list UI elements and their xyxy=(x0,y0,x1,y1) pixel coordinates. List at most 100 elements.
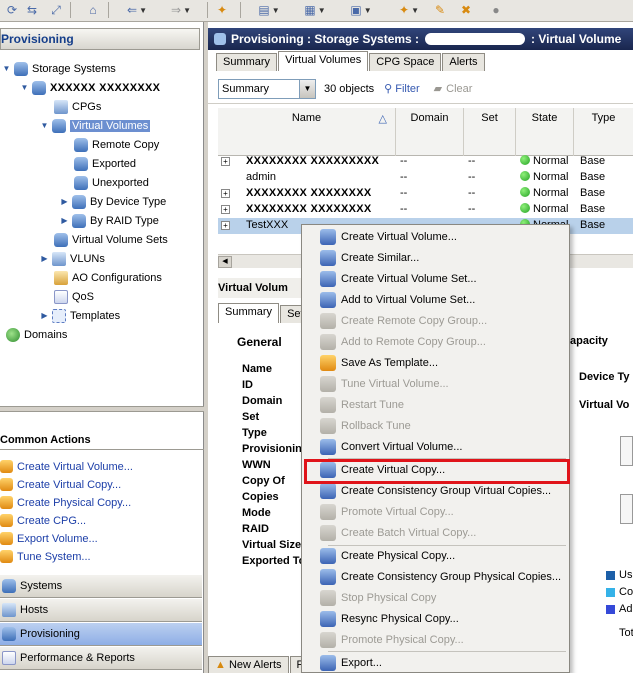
expand-icon[interactable]: ▶ xyxy=(40,311,49,320)
column-type[interactable]: Type xyxy=(574,108,633,156)
action-export-volume[interactable]: Export Volume... xyxy=(0,530,98,547)
nav-systems[interactable]: Systems xyxy=(0,574,202,598)
delete-icon[interactable]: ✖ xyxy=(458,1,474,19)
sync-icon[interactable]: ⇆ xyxy=(24,1,40,19)
menu-convert-virtual-volume[interactable]: Convert Virtual Volume... xyxy=(304,437,568,457)
action-create-physical-copy[interactable]: Create Physical Copy... xyxy=(0,494,131,511)
expand-row-icon[interactable]: + xyxy=(221,205,230,214)
tab-alerts[interactable]: Alerts xyxy=(442,53,485,71)
menu-export[interactable]: Export... xyxy=(304,653,568,673)
legend-swatch xyxy=(606,588,615,597)
tree-domains[interactable]: Domains xyxy=(6,326,67,343)
tree-system[interactable]: ▼ XXXXXX XXXXXXXX xyxy=(20,79,160,96)
nav-provisioning[interactable]: Provisioning xyxy=(0,622,202,646)
tree-vluns[interactable]: ▶ VLUNs xyxy=(40,250,105,267)
hosts-icon[interactable]: ▣ ▼ xyxy=(348,1,374,19)
tab-detail-summary[interactable]: Summary xyxy=(218,303,280,323)
tree-by-raid-type[interactable]: ▶ By RAID Type xyxy=(60,212,159,229)
status-ok-icon xyxy=(520,187,530,197)
create-icon xyxy=(0,460,13,473)
table-row[interactable]: + XXXXXXXX XXXXXXXXX -- -- Normal Base xyxy=(218,154,633,170)
tab-virtual-volumes[interactable]: Virtual Volumes xyxy=(278,51,369,71)
tree-virtual-volume-sets[interactable]: Virtual Volume Sets xyxy=(42,231,168,248)
menu-save-as-template[interactable]: Save As Template... xyxy=(304,353,568,373)
nav-hosts[interactable]: Hosts xyxy=(0,598,202,622)
toolbar: ⟳ ⇆ ⤢ ⌂ ⇐ ▼ ⇒ ▼ ✦ ▤ ▼ ▦ ▼ ▣ ▼ ✦ ▼ ✎ ✖ ● xyxy=(0,0,633,22)
pane-header: Provisioning xyxy=(0,28,200,50)
forward-arrow-icon[interactable]: ⇒ ▼ xyxy=(168,1,194,19)
menu-stop-physical-copy: Stop Physical Copy xyxy=(304,588,568,608)
tree-storage-systems[interactable]: ▼ Storage Systems xyxy=(2,60,116,77)
menu-create-consistency-group-virtual-copies[interactable]: Create Consistency Group Virtual Copies.… xyxy=(304,481,568,501)
volumes-icon[interactable]: ▦ ▼ xyxy=(302,1,328,19)
edit-icon[interactable]: ✎ xyxy=(432,1,448,19)
column-name[interactable]: Name △ xyxy=(218,108,396,156)
menu-separator xyxy=(328,651,566,652)
menu-add-to-virtual-volume-set[interactable]: Add to Virtual Volume Set... xyxy=(304,290,568,310)
refresh-icon[interactable]: ⟳ xyxy=(4,1,20,19)
back-arrow-icon[interactable]: ⇐ ▼ xyxy=(124,1,150,19)
tree-ao-configurations[interactable]: AO Configurations xyxy=(42,269,162,286)
expand-icon[interactable]: ▶ xyxy=(60,197,69,206)
create-icon[interactable]: ✦ ▼ xyxy=(396,1,422,19)
menu-resync-physical-copy[interactable]: Resync Physical Copy... xyxy=(304,609,568,629)
view-select[interactable]: Summary ▼ xyxy=(218,78,316,99)
clear-button[interactable]: Clear xyxy=(446,83,472,95)
chevron-down-icon[interactable]: ▼ xyxy=(299,79,315,98)
filter-button[interactable]: Filter xyxy=(395,83,419,95)
tab-new-alerts[interactable]: ▲ New Alerts xyxy=(208,656,289,673)
scroll-left-icon[interactable]: ◀ xyxy=(218,256,232,268)
column-state[interactable]: State xyxy=(516,108,574,156)
column-set[interactable]: Set xyxy=(464,108,516,156)
field-label: Name xyxy=(242,363,272,375)
menu-create-consistency-group-physical-copies[interactable]: Create Consistency Group Physical Copies… xyxy=(304,567,568,587)
menu-create-virtual-volume[interactable]: Create Virtual Volume... xyxy=(304,227,568,247)
tree-exported[interactable]: Exported xyxy=(62,155,136,172)
collapse-icon[interactable]: ▼ xyxy=(40,121,49,130)
common-actions-title: Common Actions xyxy=(0,432,204,450)
filter-icon[interactable]: ⚲ xyxy=(384,82,392,95)
expand-row-icon[interactable]: + xyxy=(221,157,230,166)
tree-virtual-volumes[interactable]: ▼ Virtual Volumes xyxy=(40,117,151,134)
table-row[interactable]: + XXXXXXXX XXXXXXXX -- -- Normal Base xyxy=(218,202,633,218)
expand-icon[interactable]: ⤢ xyxy=(48,1,64,19)
capacity-box xyxy=(620,436,633,466)
action-create-virtual-copy[interactable]: Create Virtual Copy... xyxy=(0,476,121,493)
storage-system-icon[interactable]: ▤ ▼ xyxy=(256,1,282,19)
tab-cpg-space[interactable]: CPG Space xyxy=(369,53,442,71)
column-domain[interactable]: Domain xyxy=(396,108,464,156)
sort-asc-icon[interactable]: △ xyxy=(379,112,387,125)
expand-icon[interactable]: ▶ xyxy=(60,216,69,225)
menu-create-similar[interactable]: Create Similar... xyxy=(304,248,568,268)
action-create-cpg[interactable]: Create CPG... xyxy=(0,512,86,529)
tab-summary[interactable]: Summary xyxy=(216,53,278,71)
expand-icon[interactable]: ▶ xyxy=(40,254,49,263)
field-label: Domain xyxy=(242,395,283,407)
pane-splitter[interactable] xyxy=(0,406,204,412)
nav-performance-reports[interactable]: Performance & Reports xyxy=(0,646,202,670)
table-row[interactable]: + XXXXXXXX XXXXXXXX -- -- Normal Base xyxy=(218,186,633,202)
home-icon[interactable]: ⌂ xyxy=(84,1,102,19)
tree-templates[interactable]: ▶ Templates xyxy=(40,307,120,324)
menu-promote-virtual-copy: Promote Virtual Copy... xyxy=(304,502,568,522)
menu-create-virtual-volume-set[interactable]: Create Virtual Volume Set... xyxy=(304,269,568,289)
template-icon xyxy=(52,308,66,323)
tree-remote-copy[interactable]: Remote Copy xyxy=(62,136,159,153)
tree-qos[interactable]: QoS xyxy=(42,288,94,305)
menu-create-physical-copy[interactable]: Create Physical Copy... xyxy=(304,546,568,566)
provision-icon[interactable]: ✦ xyxy=(214,1,230,19)
table-row[interactable]: admin -- -- Normal Base xyxy=(218,170,633,186)
help-icon[interactable]: ● xyxy=(488,1,504,19)
collapse-icon[interactable]: ▼ xyxy=(20,83,29,92)
collapse-icon[interactable]: ▼ xyxy=(2,64,11,73)
action-create-virtual-volume[interactable]: Create Virtual Volume... xyxy=(0,458,133,475)
tree-by-device-type[interactable]: ▶ By Device Type xyxy=(60,193,166,210)
tree-unexported[interactable]: Unexported xyxy=(62,174,149,191)
stop-icon xyxy=(320,590,336,606)
expand-row-icon[interactable]: + xyxy=(221,189,230,198)
total-label: Tot xyxy=(619,627,633,639)
tree-cpgs[interactable]: CPGs xyxy=(42,98,101,115)
volume-icon xyxy=(74,175,88,190)
expand-row-icon[interactable]: + xyxy=(221,221,230,230)
action-tune-system[interactable]: Tune System... xyxy=(0,548,91,565)
